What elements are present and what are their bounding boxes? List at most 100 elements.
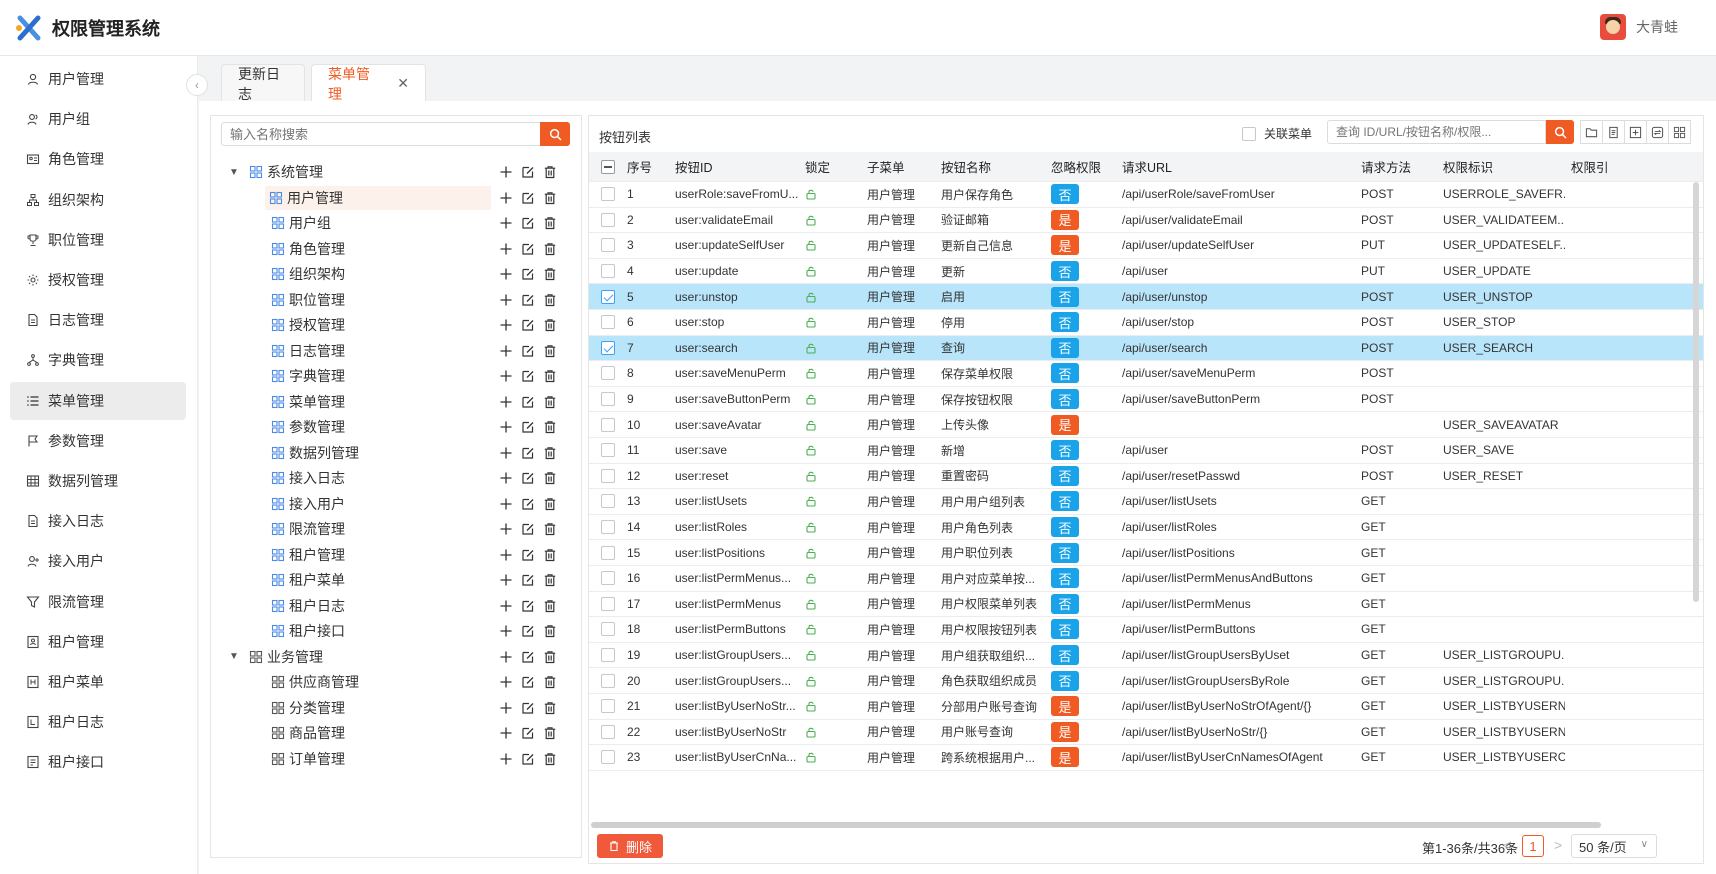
- checkbox[interactable]: [601, 648, 615, 663]
- sidebar-item[interactable]: 组织架构: [10, 181, 186, 219]
- table-row[interactable]: 6 user:stop 用户管理 停用 否/api/user/stop POST USER_…: [589, 310, 1703, 336]
- trash-icon[interactable]: [543, 191, 557, 205]
- table-row[interactable]: 21 user:listByUserNoStr... 用户管理 分部用户账号查询是/a…: [589, 694, 1703, 720]
- lock-icon[interactable]: [805, 694, 817, 719]
- trash-icon[interactable]: [543, 344, 557, 358]
- plus-icon[interactable]: [499, 650, 513, 664]
- row-checkbox[interactable]: [601, 438, 615, 463]
- row-checkbox[interactable]: [601, 617, 615, 642]
- trash-icon[interactable]: [543, 420, 557, 434]
- lock-icon[interactable]: [805, 208, 817, 233]
- lock-icon[interactable]: [805, 336, 817, 361]
- plus-icon[interactable]: [499, 752, 513, 766]
- row-checkbox[interactable]: [601, 259, 615, 284]
- trash-icon[interactable]: [543, 497, 557, 511]
- lock-icon[interactable]: [805, 284, 817, 309]
- edit-icon[interactable]: [521, 752, 535, 766]
- table-row[interactable]: 10 user:saveAvatar 用户管理 上传头像 是 USER_SAVEAVATA…: [589, 412, 1703, 438]
- plus-icon[interactable]: [499, 573, 513, 587]
- edit-icon[interactable]: [521, 165, 535, 179]
- plus-icon[interactable]: [499, 267, 513, 281]
- lock-icon[interactable]: [805, 464, 817, 489]
- row-checkbox[interactable]: [601, 592, 615, 617]
- sidebar-item[interactable]: 日志管理: [10, 301, 186, 339]
- row-checkbox[interactable]: [601, 233, 615, 258]
- tab-menu-management[interactable]: 菜单管理 ✕: [311, 64, 426, 102]
- column-header[interactable]: 忽略权限: [1051, 152, 1101, 181]
- plus-icon[interactable]: [499, 471, 513, 485]
- row-checkbox[interactable]: [601, 694, 615, 719]
- button-query-input[interactable]: [1327, 120, 1546, 144]
- trash-icon[interactable]: [543, 216, 557, 230]
- checkbox[interactable]: [601, 417, 615, 432]
- row-checkbox[interactable]: [601, 310, 615, 335]
- plus-icon[interactable]: [499, 216, 513, 230]
- pager-next-button[interactable]: >: [1554, 837, 1562, 853]
- lock-icon[interactable]: [805, 233, 817, 258]
- delete-button[interactable]: 删除: [597, 834, 663, 858]
- tree-node[interactable]: 接入日志: [267, 466, 345, 490]
- horizontal-scrollbar[interactable]: [591, 822, 1601, 828]
- sidebar-item[interactable]: 租户菜单: [10, 663, 186, 701]
- trash-icon[interactable]: [543, 318, 557, 332]
- refresh-button[interactable]: [1646, 120, 1669, 144]
- trash-icon[interactable]: [543, 752, 557, 766]
- trash-icon[interactable]: [543, 726, 557, 740]
- plus-icon[interactable]: [499, 395, 513, 409]
- lock-icon[interactable]: [805, 489, 817, 514]
- query-search-button[interactable]: [1546, 120, 1574, 144]
- trash-icon[interactable]: [543, 165, 557, 179]
- row-checkbox[interactable]: [601, 643, 615, 668]
- lock-icon[interactable]: [805, 643, 817, 668]
- lock-icon[interactable]: [805, 412, 817, 437]
- table-row[interactable]: 20 user:listGroupUsers... 用户管理 角色获取组织成员否/ap…: [589, 668, 1703, 694]
- sidebar-item[interactable]: 接入用户: [10, 542, 186, 580]
- plus-icon[interactable]: [499, 675, 513, 689]
- table-row[interactable]: 4 user:update 用户管理 更新 否/api/user PUT USER_UPDA…: [589, 259, 1703, 285]
- sidebar-item[interactable]: 租户日志: [10, 703, 186, 741]
- lock-icon[interactable]: [805, 259, 817, 284]
- tab-update-log[interactable]: 更新日志: [221, 64, 305, 102]
- checkbox[interactable]: [601, 187, 615, 202]
- add-button[interactable]: [1624, 120, 1647, 144]
- tree-node[interactable]: 授权管理: [267, 313, 345, 337]
- sidebar-item[interactable]: 租户管理: [10, 623, 186, 661]
- trash-icon[interactable]: [543, 267, 557, 281]
- trash-icon[interactable]: [543, 701, 557, 715]
- row-checkbox[interactable]: [601, 745, 615, 770]
- pager-prev-button[interactable]: <: [1503, 837, 1511, 853]
- plus-icon[interactable]: [499, 701, 513, 715]
- table-row[interactable]: 16 user:listPermMenus... 用户管理 用户对应菜单按... 否/a…: [589, 566, 1703, 592]
- column-header[interactable]: 按钮ID: [675, 152, 713, 181]
- row-checkbox[interactable]: [601, 464, 615, 489]
- trash-icon[interactable]: [543, 522, 557, 536]
- checkbox[interactable]: [601, 315, 615, 330]
- trash-icon[interactable]: [543, 573, 557, 587]
- lock-icon[interactable]: [805, 668, 817, 693]
- edit-icon[interactable]: [521, 726, 535, 740]
- checkbox[interactable]: [601, 159, 615, 174]
- edit-icon[interactable]: [521, 497, 535, 511]
- tree-node[interactable]: 用户管理: [265, 185, 491, 210]
- row-checkbox[interactable]: [601, 284, 615, 309]
- row-checkbox[interactable]: [601, 668, 615, 693]
- tree-search-button[interactable]: [540, 122, 570, 146]
- checkbox[interactable]: [601, 596, 615, 611]
- table-row[interactable]: 23 user:listByUserCnNa... 用户管理 跨系统根据用户... 是 /…: [589, 745, 1703, 771]
- edit-icon[interactable]: [521, 267, 535, 281]
- edit-icon[interactable]: [521, 191, 535, 205]
- plus-icon[interactable]: [499, 420, 513, 434]
- sidebar-item[interactable]: 参数管理: [10, 422, 186, 460]
- lock-icon[interactable]: [805, 566, 817, 591]
- tree-node[interactable]: 租户日志: [267, 594, 345, 618]
- checkbox[interactable]: [601, 443, 615, 458]
- row-checkbox[interactable]: [601, 182, 615, 207]
- edit-icon[interactable]: [521, 293, 535, 307]
- checkbox[interactable]: [601, 673, 615, 688]
- table-row[interactable]: 18 user:listPermButtons 用户管理 用户权限按钮列表否/api/…: [589, 617, 1703, 643]
- row-checkbox[interactable]: [601, 361, 615, 386]
- plus-icon[interactable]: [499, 497, 513, 511]
- sidebar-item[interactable]: 用户管理: [10, 60, 186, 98]
- checkbox[interactable]: [601, 289, 615, 304]
- edit-icon[interactable]: [521, 369, 535, 383]
